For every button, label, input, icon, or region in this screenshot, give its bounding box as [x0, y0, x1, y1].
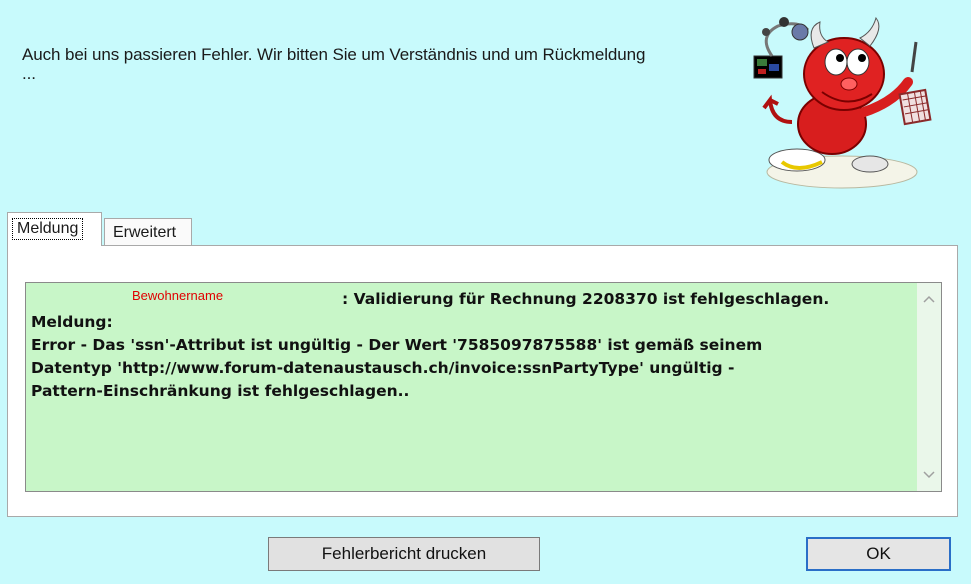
vertical-scrollbar[interactable]	[917, 283, 941, 491]
tab-erweitert-label: Erweitert	[113, 224, 177, 241]
message-line: Error - Das 'ssn'-Attribut ist ungültig …	[31, 336, 763, 354]
error-message-textbox[interactable]: Bewohnername : Validierung für Rechnung …	[25, 282, 942, 492]
tab-meldung[interactable]: Meldung	[7, 212, 102, 246]
scroll-up-icon[interactable]	[917, 287, 941, 311]
tab-panel-meldung: Bewohnername : Validierung für Rechnung …	[7, 245, 958, 517]
message-line: Meldung:	[31, 313, 113, 331]
message-line: Datentyp 'http://www.forum-datenaustausc…	[31, 359, 735, 377]
error-message-text: : Validierung für Rechnung 2208370 ist f…	[31, 288, 913, 403]
ok-button[interactable]: OK	[806, 537, 951, 571]
tab-erweitert[interactable]: Erweitert	[104, 218, 192, 248]
print-error-report-button[interactable]: Fehlerbericht drucken	[268, 537, 540, 571]
tab-meldung-label: Meldung	[12, 218, 84, 240]
bsd-daemon-debugging-icon	[753, 16, 932, 189]
header-message: Auch bei uns passieren Fehler. Wir bitte…	[22, 42, 742, 83]
scroll-down-icon[interactable]	[917, 463, 941, 487]
message-line: Pattern-Einschränkung ist fehlgeschlagen…	[31, 382, 410, 400]
message-line: : Validierung für Rechnung 2208370 ist f…	[342, 290, 830, 308]
header-message-ellipsis: ...	[22, 64, 36, 83]
ok-button-label: OK	[866, 544, 891, 563]
header-message-text: Auch bei uns passieren Fehler. Wir bitte…	[22, 45, 646, 64]
